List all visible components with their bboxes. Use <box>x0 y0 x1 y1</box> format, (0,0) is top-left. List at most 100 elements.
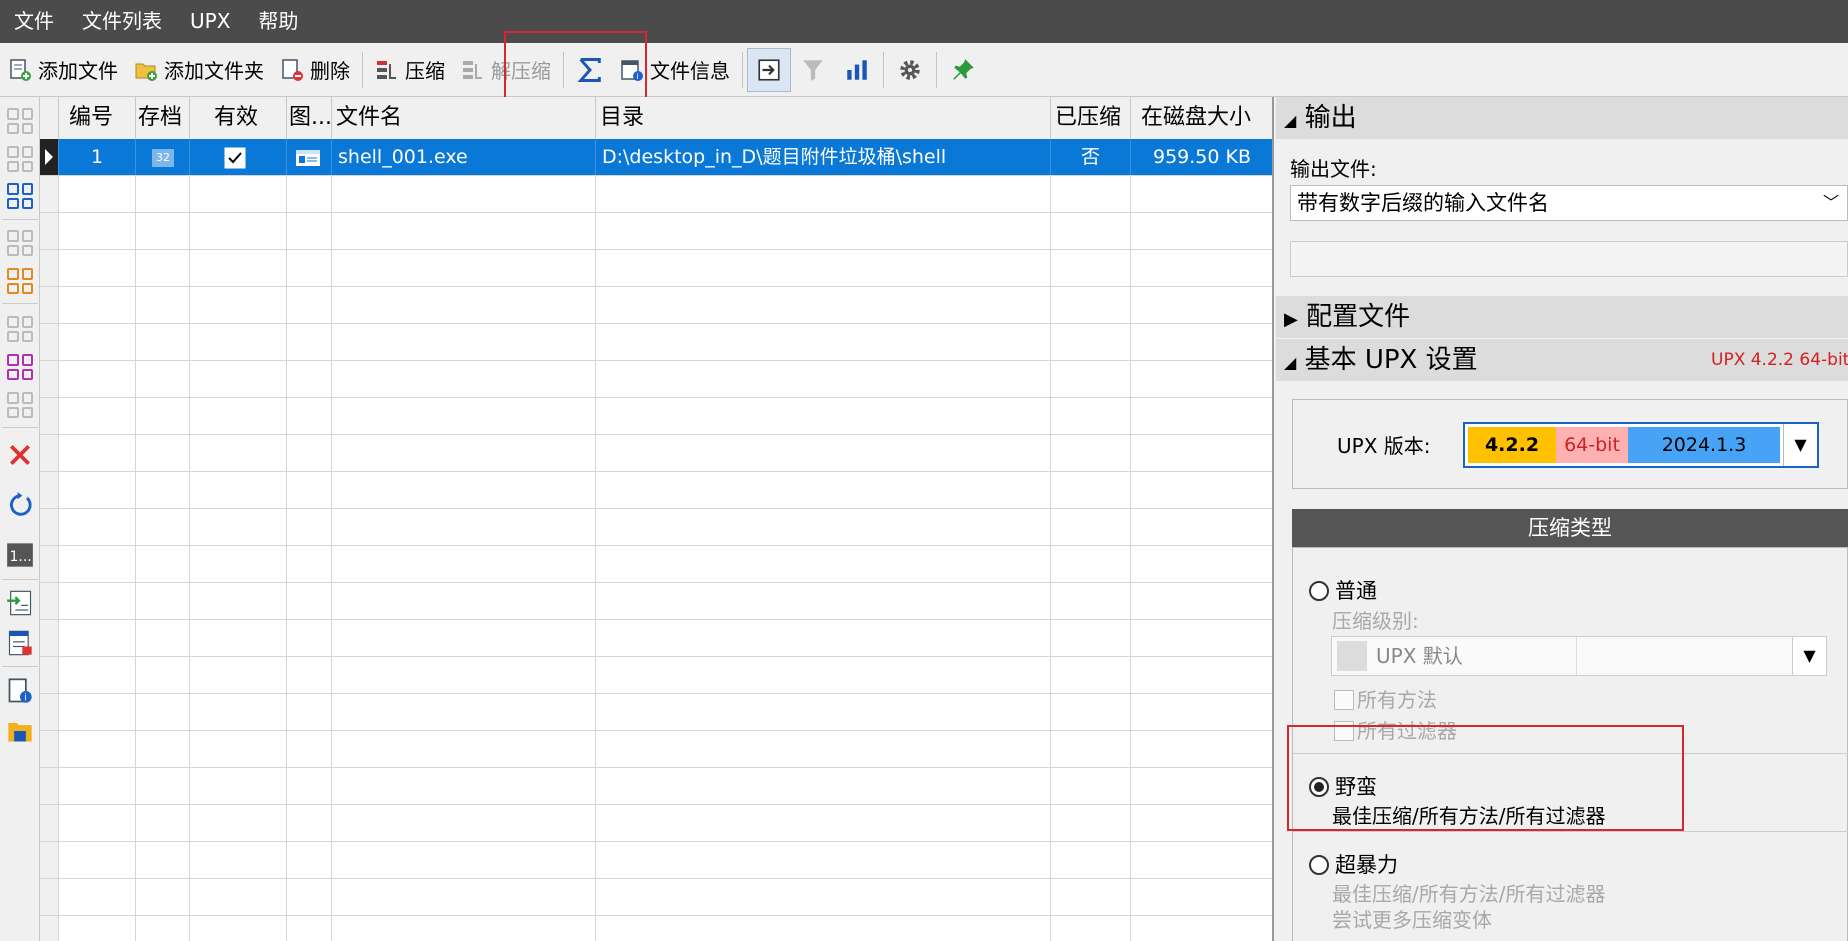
pin-button[interactable] <box>941 48 985 92</box>
col-number[interactable]: 编号 <box>59 97 136 139</box>
empty-cell <box>332 509 596 545</box>
empty-cell <box>1051 879 1131 915</box>
toolbar-separator <box>936 51 937 88</box>
exe-window-icon <box>296 149 320 166</box>
empty-cell <box>287 916 332 941</box>
empty-cell <box>40 842 59 878</box>
add-folder-button[interactable]: 添加文件夹 <box>126 50 272 90</box>
cell-valid[interactable] <box>190 139 287 175</box>
all-methods-checkbox[interactable] <box>1334 690 1354 710</box>
empty-cell <box>136 805 190 841</box>
radio-ultra-brute[interactable] <box>1309 855 1329 875</box>
cell-size: 959.50 KB <box>1131 139 1272 175</box>
empty-cell <box>596 620 1051 656</box>
col-icon[interactable]: 图... <box>287 97 332 139</box>
menu-upx[interactable]: UPX <box>176 0 244 43</box>
remove-icon[interactable] <box>4 439 36 471</box>
empty-cell <box>287 879 332 915</box>
col-valid[interactable]: 有效 <box>190 97 287 139</box>
empty-cell <box>190 250 287 286</box>
empty-cell <box>136 509 190 545</box>
basic-upx-section-header[interactable]: ◢ 基本 UPX 设置 UPX 4.2.2 64-bit <box>1276 339 1848 381</box>
empty-cell <box>287 842 332 878</box>
col-filename[interactable]: 文件名 <box>332 97 596 139</box>
empty-cell <box>1051 731 1131 767</box>
output-file-select[interactable]: 带有数字后缀的输入文件名 ﹀ <box>1290 185 1848 221</box>
empty-cell <box>1051 361 1131 397</box>
ultra-brute-label[interactable]: 超暴力 <box>1335 849 1398 879</box>
export-list-icon[interactable] <box>4 627 36 659</box>
view-icon-4[interactable] <box>4 227 36 259</box>
add-file-button[interactable]: 添加文件 <box>0 50 126 90</box>
output-path-field[interactable] <box>1290 241 1848 277</box>
empty-cell <box>287 657 332 693</box>
folder-icon[interactable] <box>4 715 36 747</box>
empty-cell <box>1131 768 1272 804</box>
col-compressed[interactable]: 已压缩 <box>1051 97 1131 139</box>
empty-cell <box>1131 176 1272 212</box>
all-methods-label: 所有方法 <box>1357 688 1437 712</box>
view-icon-7[interactable] <box>4 351 36 383</box>
empty-table-row <box>40 657 1272 694</box>
col-archive[interactable]: 存档 <box>136 97 190 139</box>
filter-button[interactable] <box>791 48 835 92</box>
delete-button[interactable]: 删除 <box>272 50 358 90</box>
col-size[interactable]: 在磁盘大小 <box>1131 97 1272 139</box>
empty-cell <box>332 583 596 619</box>
empty-cell <box>1131 287 1272 323</box>
view-icon-3[interactable] <box>4 180 36 212</box>
view-icon-2[interactable] <box>4 143 36 175</box>
refresh-icon[interactable] <box>4 489 36 521</box>
normal-label[interactable]: 普通 <box>1335 575 1377 605</box>
empty-cell <box>40 213 59 249</box>
menu-help[interactable]: 帮助 <box>244 0 312 43</box>
chart-button[interactable] <box>835 48 879 92</box>
upx-version-box: UPX 版本: 4.2.2 64-bit 2024.1.3 ▼ <box>1292 399 1848 489</box>
compress-type-header: 压缩类型 <box>1292 509 1848 547</box>
dropdown-arrow-icon[interactable]: ▼ <box>1783 424 1817 466</box>
toolbar: 添加文件 添加文件夹 删除 压缩 解压缩 i 文件信息 <box>0 43 1848 97</box>
expand-triangle-icon: ▶ <box>1284 309 1298 330</box>
compress-level-select[interactable]: UPX 默认 ▼ <box>1331 636 1827 676</box>
view-icon-6[interactable] <box>4 313 36 345</box>
empty-table-row <box>40 768 1272 805</box>
empty-cell <box>287 694 332 730</box>
empty-cell <box>287 509 332 545</box>
highlight-decompress <box>504 31 647 101</box>
row-pointer-icon <box>40 139 58 175</box>
empty-cell <box>332 361 596 397</box>
import-list-icon[interactable] <box>4 587 36 619</box>
col-directory[interactable]: 目录 <box>596 97 1051 139</box>
view-icon-1[interactable] <box>4 105 36 137</box>
empty-cell <box>332 546 596 582</box>
empty-table-row <box>40 361 1272 398</box>
numbering-icon[interactable]: 1... <box>4 539 36 571</box>
table-row[interactable]: 1 32 shell_001.exe D:\desktop_in_D\题目附件垃… <box>40 139 1272 176</box>
empty-cell <box>136 398 190 434</box>
output-section-header[interactable]: ◢ 输出 <box>1276 97 1848 139</box>
compress-button[interactable]: 压缩 <box>367 50 453 90</box>
view-icon-5[interactable] <box>4 265 36 297</box>
empty-cell <box>1051 768 1131 804</box>
config-section-header[interactable]: ▶ 配置文件 <box>1276 296 1848 338</box>
sidebar-separator <box>2 427 38 428</box>
header-gutter <box>40 97 59 139</box>
menu-file-list[interactable]: 文件列表 <box>68 0 176 43</box>
empty-cell <box>136 176 190 212</box>
delete-label: 删除 <box>310 59 350 83</box>
view-icon-8[interactable] <box>4 389 36 421</box>
upx-version-select[interactable]: 4.2.2 64-bit 2024.1.3 ▼ <box>1463 422 1819 468</box>
settings-button[interactable] <box>888 48 932 92</box>
empty-cell <box>1131 731 1272 767</box>
output-file-value: 带有数字后缀的输入文件名 <box>1297 191 1549 215</box>
version-number-chip: 4.2.2 <box>1468 427 1556 463</box>
radio-normal[interactable] <box>1309 581 1329 601</box>
empty-cell <box>1131 472 1272 508</box>
dropdown-arrow-icon[interactable]: ▼ <box>1792 637 1826 675</box>
menu-file[interactable]: 文件 <box>0 0 68 43</box>
empty-cell <box>136 250 190 286</box>
file-info-side-icon[interactable]: i <box>4 675 36 707</box>
empty-cell <box>190 879 287 915</box>
auto-button[interactable] <box>747 47 791 92</box>
empty-table-row <box>40 731 1272 768</box>
